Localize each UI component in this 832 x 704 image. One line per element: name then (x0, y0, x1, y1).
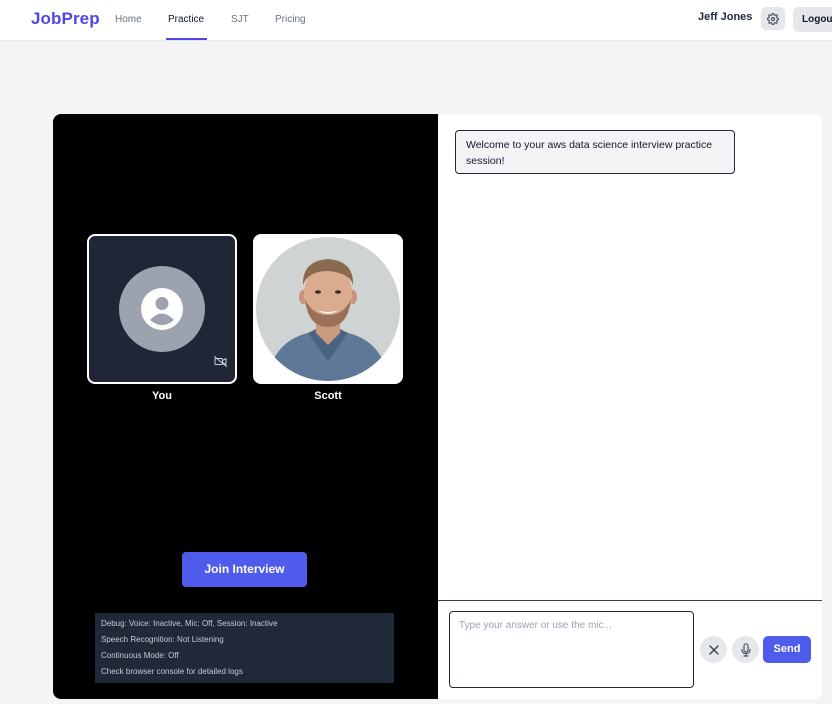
participant-tile-you (87, 234, 237, 384)
chat-panel: Welcome to your aws data science intervi… (438, 114, 822, 699)
interview-session: You Scott Join Interview Debug: Voice: I… (53, 114, 822, 699)
camera-off-icon (214, 354, 227, 372)
debug-console-hint: Check browser console for detailed logs (101, 667, 243, 676)
send-button[interactable]: Send (763, 636, 811, 663)
participant-label-scott: Scott (314, 390, 342, 402)
composer-divider (438, 600, 822, 601)
debug-panel: Debug: Voice: Inactive, Mic: Off, Sessio… (95, 613, 394, 683)
debug-mode-line: Continuous Mode: Off (101, 651, 179, 660)
interviewer-photo (256, 237, 400, 381)
nav-link-practice[interactable]: Practice (168, 14, 204, 25)
debug-status-line: Debug: Voice: Inactive, Mic: Off, Sessio… (101, 619, 278, 628)
answer-input[interactable] (449, 611, 694, 688)
chat-message: Welcome to your aws data science intervi… (455, 130, 735, 174)
microphone-button[interactable] (732, 636, 759, 663)
microphone-icon (740, 642, 751, 657)
close-icon (708, 644, 719, 655)
nav-link-pricing[interactable]: Pricing (275, 14, 306, 25)
active-tab-indicator (166, 38, 207, 40)
nav-link-home[interactable]: Home (115, 14, 142, 25)
top-nav: JobPrep Home Practice SJT Pricing Jeff J… (0, 0, 832, 41)
logout-button[interactable]: Logout (793, 7, 832, 32)
video-panel: You Scott Join Interview Debug: Voice: I… (53, 114, 438, 699)
user-avatar-icon (119, 266, 205, 352)
user-name: Jeff Jones (698, 11, 753, 23)
participant-tile-scott (253, 234, 403, 384)
debug-speech-line: Speech Recognition: Not Listening (101, 635, 224, 644)
clear-button[interactable] (700, 636, 727, 663)
settings-button[interactable] (761, 7, 785, 30)
join-interview-button[interactable]: Join Interview (182, 552, 307, 587)
gear-icon (767, 12, 779, 25)
participant-label-you: You (152, 390, 172, 402)
nav-link-sjt[interactable]: SJT (231, 14, 249, 25)
brand-logo[interactable]: JobPrep (31, 9, 100, 29)
